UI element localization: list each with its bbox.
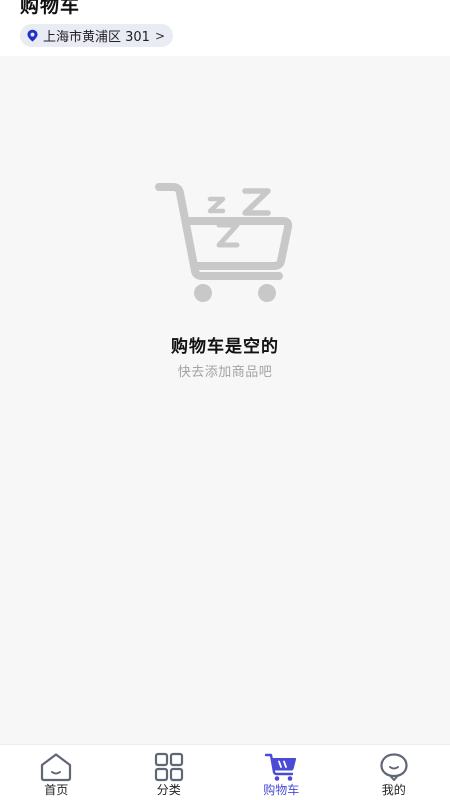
tab-label-category: 分类 — [156, 783, 181, 797]
empty-cart-state: 购物车是空的 快去添加商品吧 — [0, 56, 450, 744]
location-selector[interactable]: 上海市黄浦区 301 > — [20, 24, 174, 47]
page-title: 购物车 — [20, 0, 81, 17]
home-icon — [41, 753, 72, 782]
tab-label-home: 首页 — [44, 783, 69, 797]
tab-cart[interactable]: 购物车 — [225, 745, 338, 800]
tab-profile[interactable]: 我的 — [338, 745, 450, 800]
sleeping-cart-icon — [155, 183, 293, 302]
location-pin-icon — [27, 29, 38, 42]
tab-label-cart: 购物车 — [263, 783, 300, 797]
tab-home[interactable]: 首页 — [0, 745, 113, 800]
empty-subtitle: 快去添加商品吧 — [177, 365, 273, 380]
grid-icon — [154, 752, 183, 782]
bottom-tab-bar: 首页 分类 购物车 我的 — [0, 744, 450, 800]
location-text: 上海市黄浦区 301 — [43, 30, 150, 45]
tab-category[interactable]: 分类 — [113, 745, 226, 800]
tab-label-profile: 我的 — [381, 783, 406, 797]
cart-icon — [265, 753, 297, 781]
header: 购物车 上海市黄浦区 301 > — [0, 0, 450, 56]
profile-icon — [380, 753, 408, 781]
chevron-right-icon: > — [154, 28, 166, 43]
empty-title: 购物车是空的 — [171, 337, 279, 357]
